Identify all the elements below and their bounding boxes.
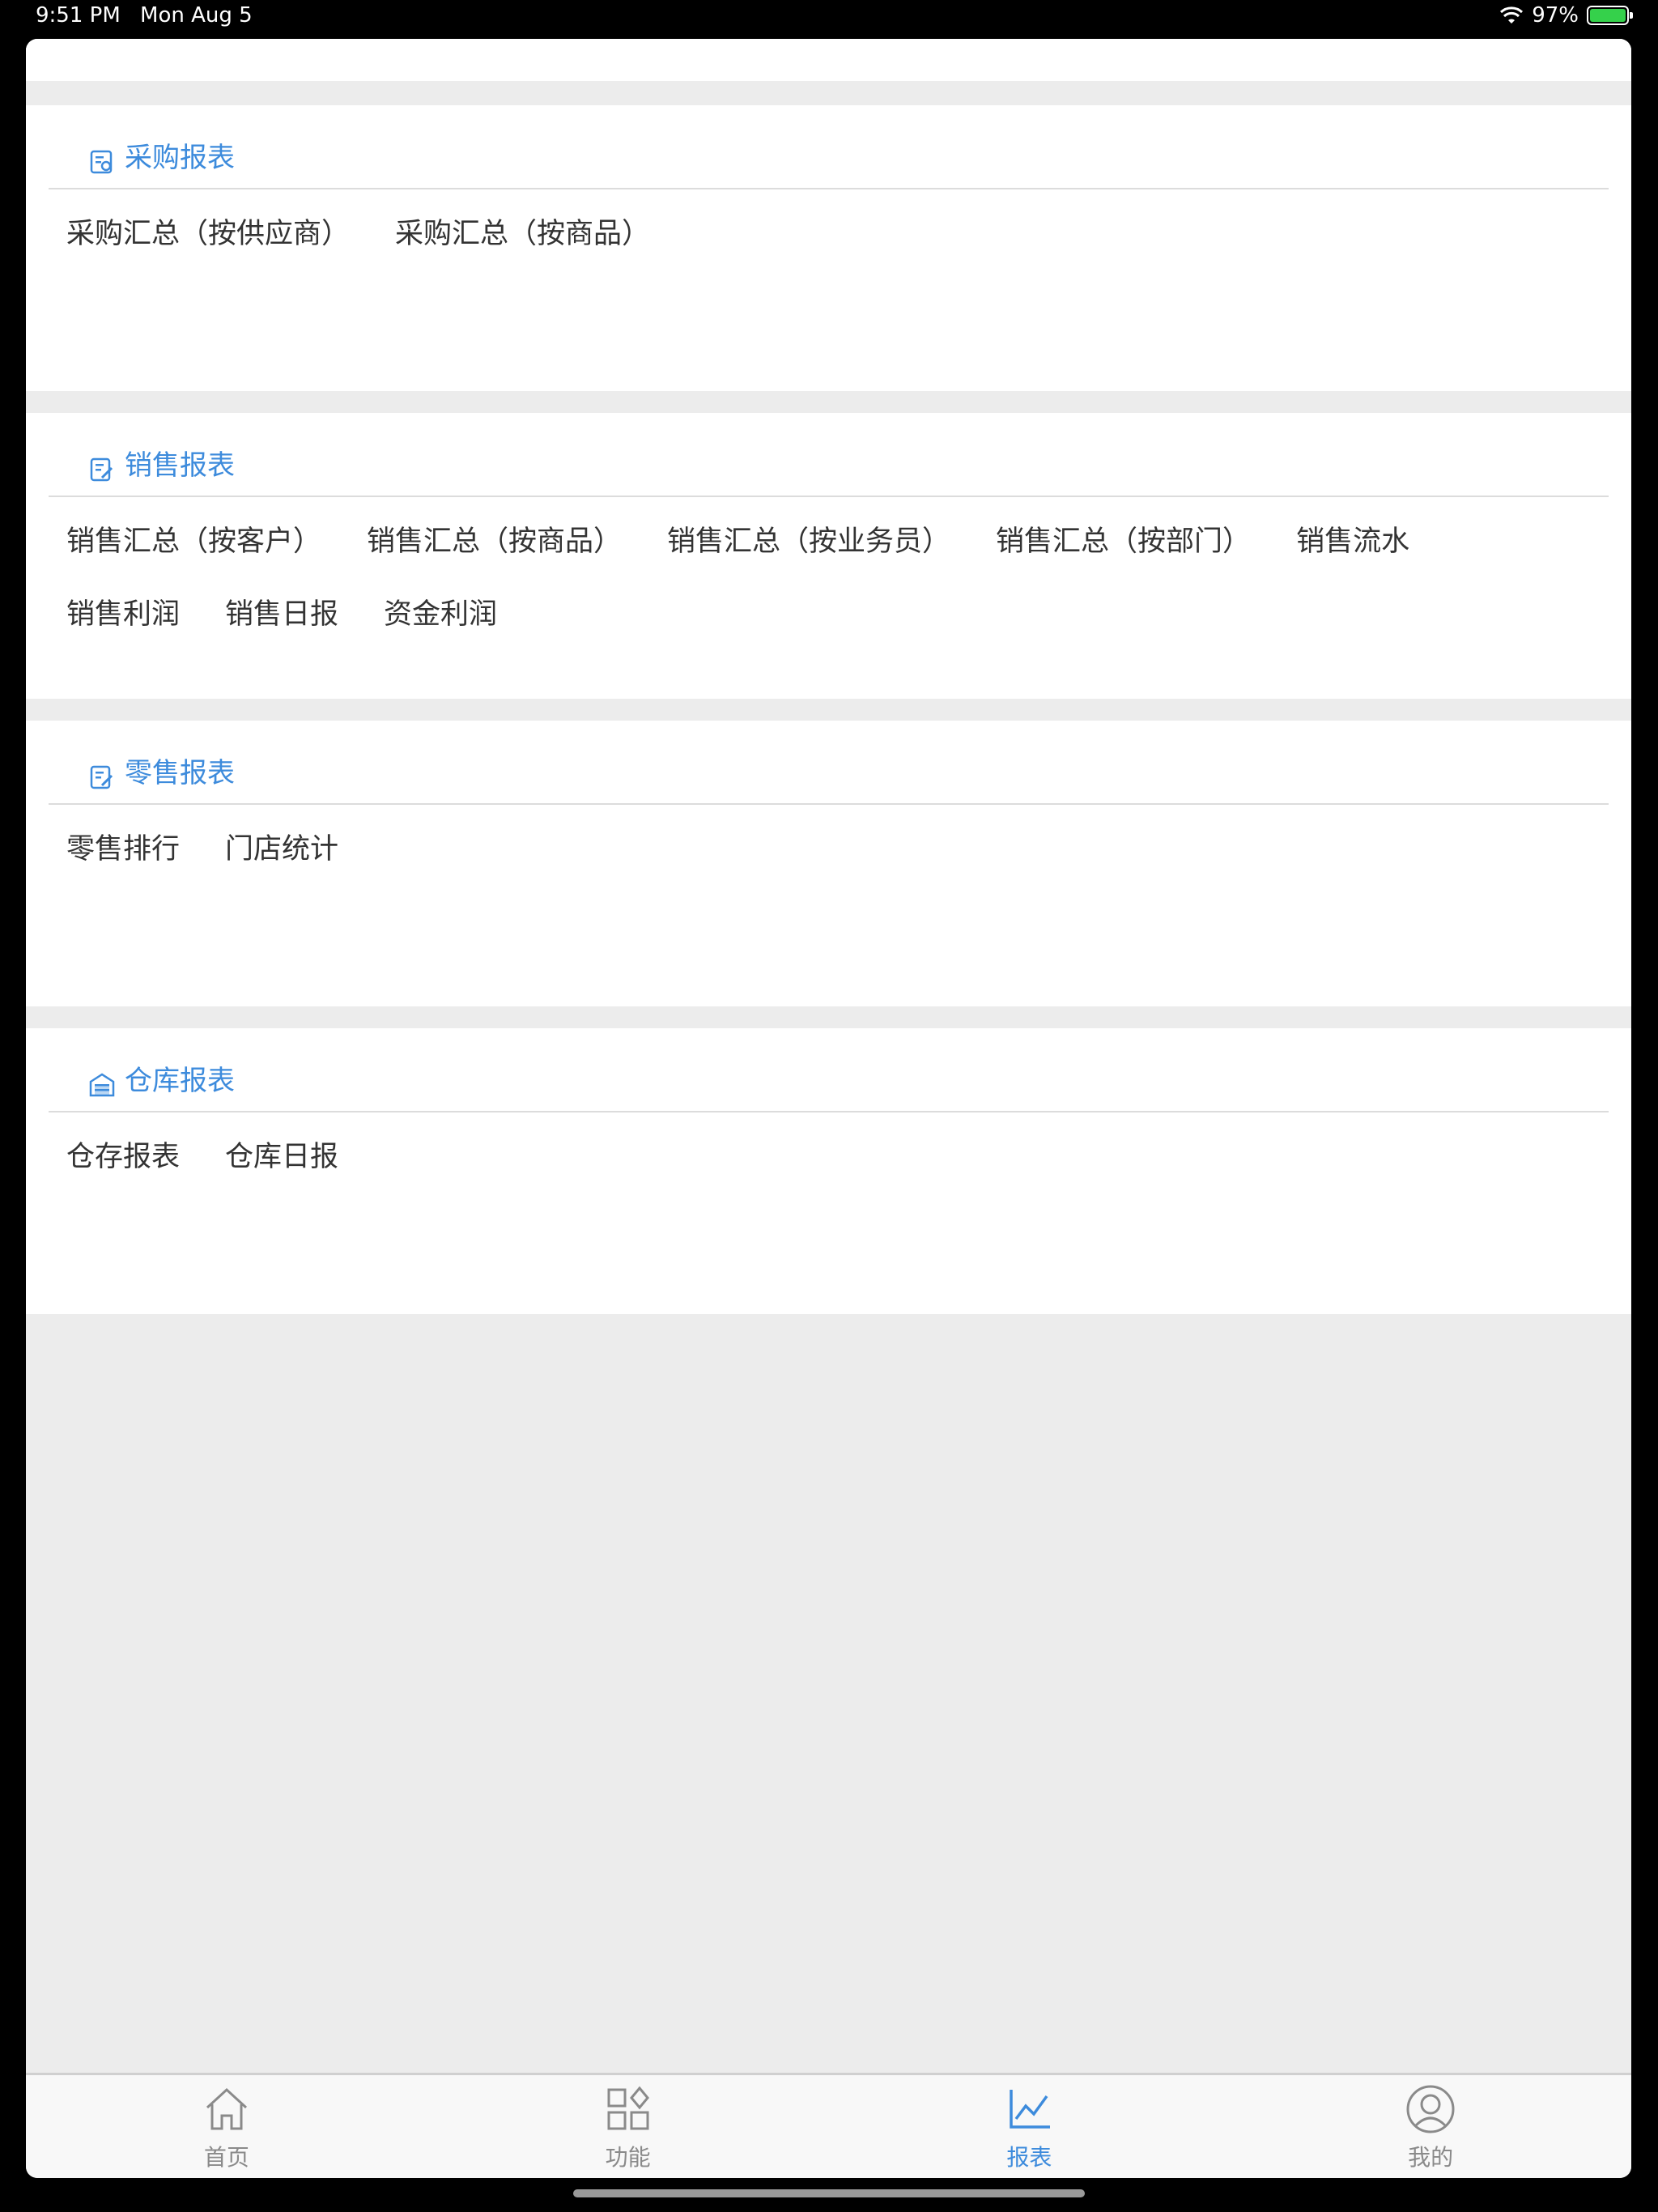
report-edit-icon: [90, 765, 113, 789]
report-edit-icon: [90, 457, 113, 482]
report-link[interactable]: 资金利润: [384, 594, 497, 635]
section-header: 零售报表: [49, 721, 1609, 805]
tab-mine[interactable]: 我的: [1230, 2075, 1631, 2178]
report-link[interactable]: 销售利润: [66, 594, 180, 635]
tab-bar: 首页 功能 报表 我的: [26, 2073, 1631, 2178]
app-screen: 采购报表 采购汇总（按供应商） 采购汇总（按商品） 销售报表 销售汇总（按客户）…: [26, 39, 1631, 2178]
section-sales-reports: 销售报表 销售汇总（按客户） 销售汇总（按商品） 销售汇总（按业务员） 销售汇总…: [26, 413, 1631, 699]
tab-functions[interactable]: 功能: [427, 2075, 829, 2178]
tab-label: 报表: [1006, 2144, 1052, 2171]
home-indicator[interactable]: [573, 2189, 1085, 2197]
section-header: 销售报表: [49, 413, 1609, 497]
status-bar: 9:51 PM Mon Aug 5 97%: [0, 0, 1658, 39]
report-link[interactable]: 采购汇总（按商品）: [395, 214, 650, 254]
section-header: 采购报表: [49, 105, 1609, 189]
section-header: 仓库报表: [49, 1028, 1609, 1112]
report-link[interactable]: 仓存报表: [66, 1137, 180, 1177]
section-title: 销售报表: [125, 449, 235, 482]
wifi-icon: [1500, 6, 1524, 23]
section-title: 仓库报表: [125, 1065, 235, 1097]
tab-label: 首页: [203, 2144, 249, 2171]
tab-home[interactable]: 首页: [26, 2075, 427, 2178]
top-bar: [26, 39, 1631, 81]
report-link[interactable]: 销售汇总（按部门）: [996, 521, 1251, 562]
report-link[interactable]: 销售汇总（按客户）: [66, 521, 321, 562]
section-retail-reports: 零售报表 零售排行 门店统计: [26, 721, 1631, 1006]
home-icon: [206, 2087, 247, 2130]
report-link[interactable]: 仓库日报: [225, 1137, 338, 1177]
status-time: 9:51 PM: [36, 3, 121, 28]
report-link[interactable]: 销售汇总（按商品）: [367, 521, 622, 562]
report-link[interactable]: 销售汇总（按业务员）: [667, 521, 950, 562]
section-title: 采购报表: [125, 142, 235, 174]
warehouse-icon: [89, 1073, 115, 1097]
section-title: 零售报表: [125, 757, 235, 789]
section-warehouse-reports: 仓库报表 仓存报表 仓库日报: [26, 1028, 1631, 1314]
battery-icon: [1587, 6, 1633, 25]
section-purchase-reports: 采购报表 采购汇总（按供应商） 采购汇总（按商品）: [26, 105, 1631, 391]
tab-label: 我的: [1408, 2144, 1454, 2171]
report-link[interactable]: 零售排行: [66, 829, 180, 870]
tab-label: 功能: [605, 2144, 651, 2171]
chart-icon: [1010, 2090, 1051, 2129]
report-link[interactable]: 销售流水: [1296, 521, 1409, 562]
grid-icon: [607, 2086, 649, 2130]
report-link[interactable]: 采购汇总（按供应商）: [66, 214, 350, 254]
user-icon: [1406, 2085, 1455, 2133]
battery-percent: 97%: [1532, 3, 1579, 28]
status-date: Mon Aug 5: [140, 3, 253, 28]
tab-reports[interactable]: 报表: [829, 2075, 1231, 2178]
report-link[interactable]: 门店统计: [225, 829, 338, 870]
report-link[interactable]: 销售日报: [225, 594, 338, 635]
report-icon: [90, 150, 113, 174]
